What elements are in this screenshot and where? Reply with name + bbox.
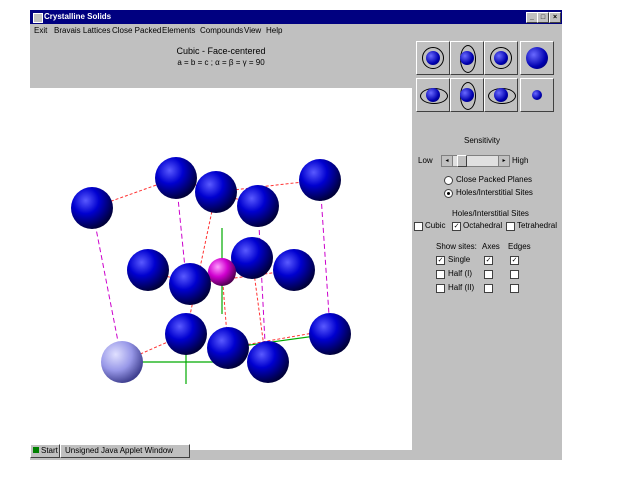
tetrahedral-checkbox[interactable] (506, 222, 515, 231)
zoom-out-icon (532, 90, 542, 100)
rotate-ccw-button[interactable] (416, 78, 450, 112)
single-show-checkbox[interactable]: ✓ (436, 256, 445, 265)
zoom-in-icon (526, 47, 548, 69)
rotate-right-button[interactable] (484, 41, 518, 75)
menu-elements[interactable]: Elements (162, 26, 195, 35)
start-label: Start (41, 446, 58, 455)
holes-section-label: Holes/Interstitial Sites (452, 209, 529, 218)
menu-help[interactable]: Help (266, 26, 282, 35)
close-packed-planes-radio[interactable] (444, 176, 453, 185)
crystal-viewport[interactable] (30, 88, 412, 450)
rotate-left-button[interactable] (416, 41, 450, 75)
half1-show-checkbox[interactable] (436, 270, 445, 279)
lattice-parameters: a = b = c ; α = β = γ = 90 (177, 58, 265, 67)
menu-close-packed[interactable]: Close Packed (112, 26, 161, 35)
holes-sites-label: Holes/Interstitial Sites (456, 188, 533, 197)
octahedral-hole-site (208, 258, 236, 286)
maximize-button[interactable]: □ (537, 12, 549, 23)
start-button[interactable]: Start (30, 444, 60, 458)
axes-header: Axes (482, 242, 500, 251)
holes-sites-radio[interactable] (444, 189, 453, 198)
close-packed-planes-label: Close Packed Planes (456, 175, 533, 184)
tetrahedral-label: Tetrahedral (517, 221, 558, 230)
rotate-cw-button[interactable] (484, 78, 518, 112)
structure-title: Cubic - Face-centered (176, 46, 266, 56)
structure-heading: Cubic - Face-centered a = b = c ; α = β … (30, 38, 412, 88)
taskbar: Start Unsigned Java Applet Window (30, 444, 190, 458)
sensitivity-low-label: Low (418, 156, 433, 165)
zoom-in-button[interactable] (520, 41, 554, 75)
half2-edges-checkbox[interactable] (510, 284, 519, 293)
half1-axes-checkbox[interactable] (484, 270, 493, 279)
octahedral-label: Octahedral (463, 221, 503, 230)
menu-compounds[interactable]: Compounds (200, 26, 243, 35)
half2-label: Half (II) (448, 283, 475, 292)
window-title: Crystalline Solids (44, 12, 112, 21)
menu-view[interactable]: View (244, 26, 261, 35)
menu-bravais-lattices[interactable]: Bravais Lattices (54, 26, 110, 35)
applet-warning-text: Unsigned Java Applet Window (65, 446, 174, 455)
sensitivity-slider-thumb[interactable] (457, 155, 468, 167)
half2-axes-checkbox[interactable] (484, 284, 493, 293)
single-edges-checkbox[interactable]: ✓ (510, 256, 519, 265)
menu-bar: Exit Bravais Lattices Close Packed Eleme… (30, 24, 562, 38)
single-axes-checkbox[interactable]: ✓ (484, 256, 493, 265)
close-button[interactable]: × (549, 12, 561, 23)
single-label: Single (448, 255, 471, 264)
rotate-up-button[interactable] (450, 41, 484, 75)
half1-label: Half (I) (448, 269, 472, 278)
sensitivity-high-label: High (512, 156, 529, 165)
start-icon (33, 447, 39, 453)
applet-warning: Unsigned Java Applet Window (60, 444, 190, 458)
sensitivity-label: Sensitivity (464, 136, 501, 145)
title-bar[interactable]: Crystalline Solids _ □ × (30, 10, 562, 24)
crystal-structure-graphic[interactable] (30, 88, 412, 450)
app-window: Crystalline Solids _ □ × Exit Bravais La… (30, 10, 562, 460)
octahedral-checkbox[interactable]: ✓ (452, 222, 461, 231)
app-icon (33, 13, 43, 23)
cubic-checkbox[interactable] (414, 222, 423, 231)
zoom-out-button[interactable] (520, 78, 554, 112)
cubic-label: Cubic (425, 221, 446, 230)
rotate-down-button[interactable] (450, 78, 484, 112)
menu-exit[interactable]: Exit (34, 26, 47, 35)
half1-edges-checkbox[interactable] (510, 270, 519, 279)
origin-atom (101, 341, 143, 383)
slider-right-arrow[interactable]: ▸ (498, 155, 510, 167)
edges-header: Edges (508, 242, 531, 251)
slider-left-arrow[interactable]: ◂ (441, 155, 453, 167)
atoms (71, 157, 351, 383)
control-panel: Sensitivity Low ◂ ▸ High Close Packed Pl… (412, 38, 562, 450)
show-sites-header: Show sites: (436, 242, 477, 251)
half2-show-checkbox[interactable] (436, 284, 445, 293)
